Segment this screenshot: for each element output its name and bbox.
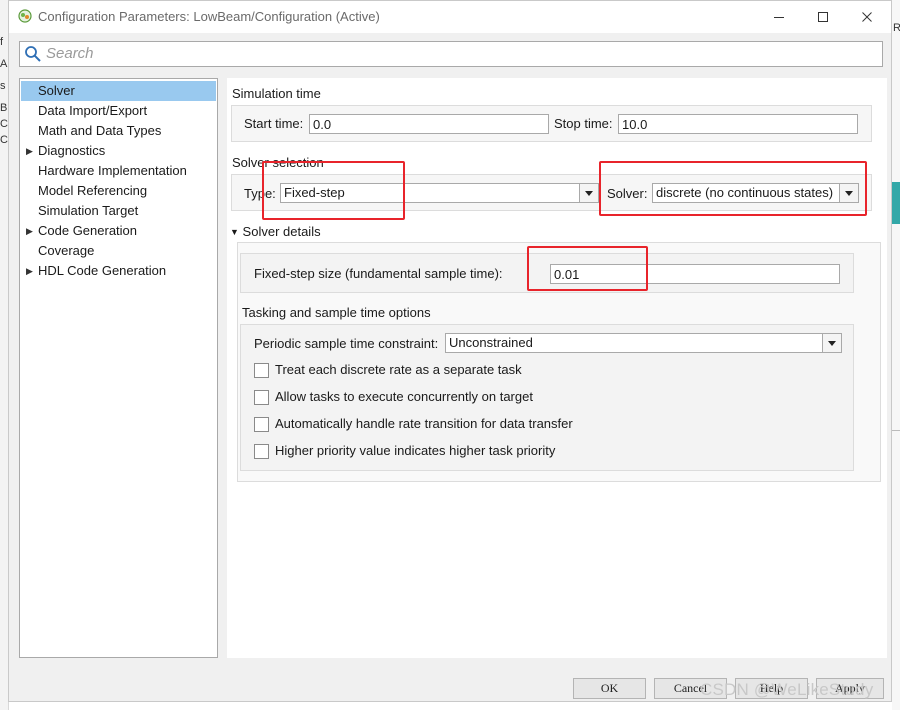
option-label: Treat each discrete rate as a separate t… — [275, 362, 522, 377]
solver-details-toggle[interactable]: ▼ Solver details — [230, 224, 321, 239]
solver-details-heading: Solver details — [242, 224, 321, 239]
background-fragment: s — [0, 80, 6, 92]
background-divider — [892, 430, 900, 431]
chevron-down-icon[interactable] — [822, 334, 841, 352]
background-fragment: C — [0, 118, 8, 130]
simulation-time-heading: Simulation time — [232, 86, 321, 101]
tree-item-label: Coverage — [38, 243, 95, 258]
minimize-button[interactable] — [757, 3, 801, 31]
expand-arrow-icon[interactable]: ▶ — [26, 141, 33, 161]
tree-item-label: Hardware Implementation — [38, 163, 187, 178]
checkbox[interactable] — [254, 363, 269, 378]
expand-arrow-icon[interactable]: ▶ — [26, 261, 33, 281]
tree-item-label: HDL Code Generation — [38, 263, 167, 278]
start-time-label: Start time: — [244, 116, 304, 131]
collapse-arrow-icon: ▼ — [230, 227, 239, 237]
tree-item-math-and-data-types[interactable]: Math and Data Types — [21, 121, 216, 141]
option-label: Allow tasks to execute concurrently on t… — [275, 389, 533, 404]
tree-item-code-generation[interactable]: ▶ Code Generation — [21, 221, 216, 241]
maximize-button[interactable] — [801, 3, 845, 31]
window-title: Configuration Parameters: LowBeam/Config… — [38, 9, 380, 24]
close-button[interactable] — [845, 3, 889, 31]
tree-item-label: Data Import/Export — [38, 103, 148, 118]
background-app-right-strip: R — [892, 0, 900, 710]
tree-item-label: Model Referencing — [38, 183, 148, 198]
tree-item-label: Code Generation — [38, 223, 138, 238]
background-fragment: A — [0, 58, 8, 70]
tree-item-hardware-implementation[interactable]: Hardware Implementation — [21, 161, 216, 181]
tree-item-label: Diagnostics — [38, 143, 106, 158]
tasking-heading: Tasking and sample time options — [242, 305, 431, 320]
tree-item-label: Solver — [38, 83, 75, 98]
search-box[interactable] — [19, 41, 883, 67]
annotation-box-step-size — [527, 246, 648, 291]
maximize-icon — [818, 12, 828, 22]
annotation-box-solver — [599, 161, 867, 216]
simulink-icon — [18, 9, 32, 26]
background-fragment: B — [0, 102, 8, 114]
checkbox[interactable] — [254, 417, 269, 432]
tasking-group: Periodic sample time constraint: Unconst… — [240, 324, 854, 471]
tree-item-label: Math and Data Types — [38, 123, 162, 138]
background-fragment: C — [0, 134, 8, 146]
periodic-constraint-select[interactable]: Unconstrained — [445, 333, 842, 353]
stop-time-label: Stop time: — [554, 116, 613, 131]
stop-time-input[interactable] — [618, 114, 858, 134]
annotation-box-type — [262, 161, 405, 220]
checkbox[interactable] — [254, 444, 269, 459]
ok-button[interactable]: OK — [573, 678, 646, 699]
option-label: Automatically handle rate transition for… — [275, 416, 573, 431]
tree-item-coverage[interactable]: Coverage — [21, 241, 216, 261]
tree-item-data-import-export[interactable]: Data Import/Export — [21, 101, 216, 121]
checkbox[interactable] — [254, 390, 269, 405]
background-fragment: f — [0, 36, 4, 48]
simulation-time-group: Start time: Stop time: — [231, 105, 872, 142]
periodic-constraint-label: Periodic sample time constraint: — [254, 336, 439, 351]
search-icon — [24, 45, 42, 66]
periodic-constraint-value: Unconstrained — [449, 335, 533, 350]
category-tree: Solver Data Import/Export Math and Data … — [19, 78, 218, 658]
chevron-down-icon[interactable] — [579, 184, 598, 202]
watermark: CSDN @WeLikeStudy — [700, 680, 874, 699]
option-label: Higher priority value indicates higher t… — [275, 443, 556, 458]
close-icon — [862, 12, 872, 22]
tree-item-diagnostics[interactable]: ▶ Diagnostics — [21, 141, 216, 161]
background-fragment: R — [893, 22, 900, 34]
title-bar[interactable]: Configuration Parameters: LowBeam/Config… — [9, 1, 891, 33]
fixed-step-size-label: Fixed-step size (fundamental sample time… — [254, 266, 503, 281]
tree-item-label: Simulation Target — [38, 203, 139, 218]
search-input[interactable] — [46, 43, 866, 63]
configuration-dialog: Configuration Parameters: LowBeam/Config… — [8, 0, 892, 702]
tree-item-model-referencing[interactable]: Model Referencing — [21, 181, 216, 201]
background-teal-block — [892, 182, 900, 224]
tree-item-hdl-code-generation[interactable]: ▶ HDL Code Generation — [21, 261, 216, 281]
tree-item-solver[interactable]: Solver — [21, 81, 216, 101]
tree-item-simulation-target[interactable]: Simulation Target — [21, 201, 216, 221]
start-time-input[interactable] — [309, 114, 549, 134]
expand-arrow-icon[interactable]: ▶ — [26, 221, 33, 241]
minimize-icon — [774, 17, 784, 18]
